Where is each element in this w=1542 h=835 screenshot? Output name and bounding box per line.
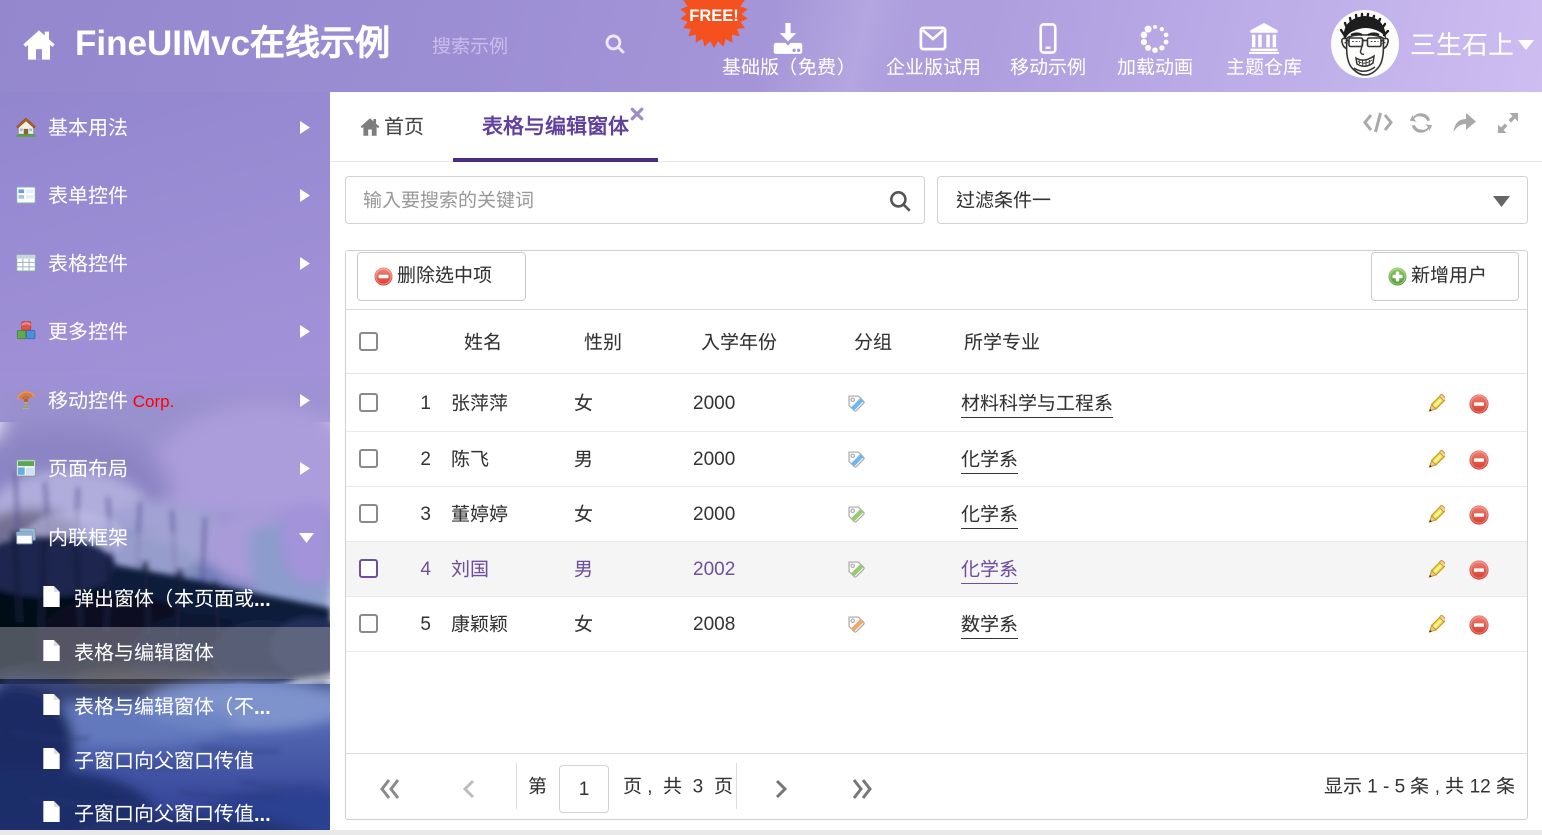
svg-text:FREE!: FREE! (689, 7, 739, 25)
